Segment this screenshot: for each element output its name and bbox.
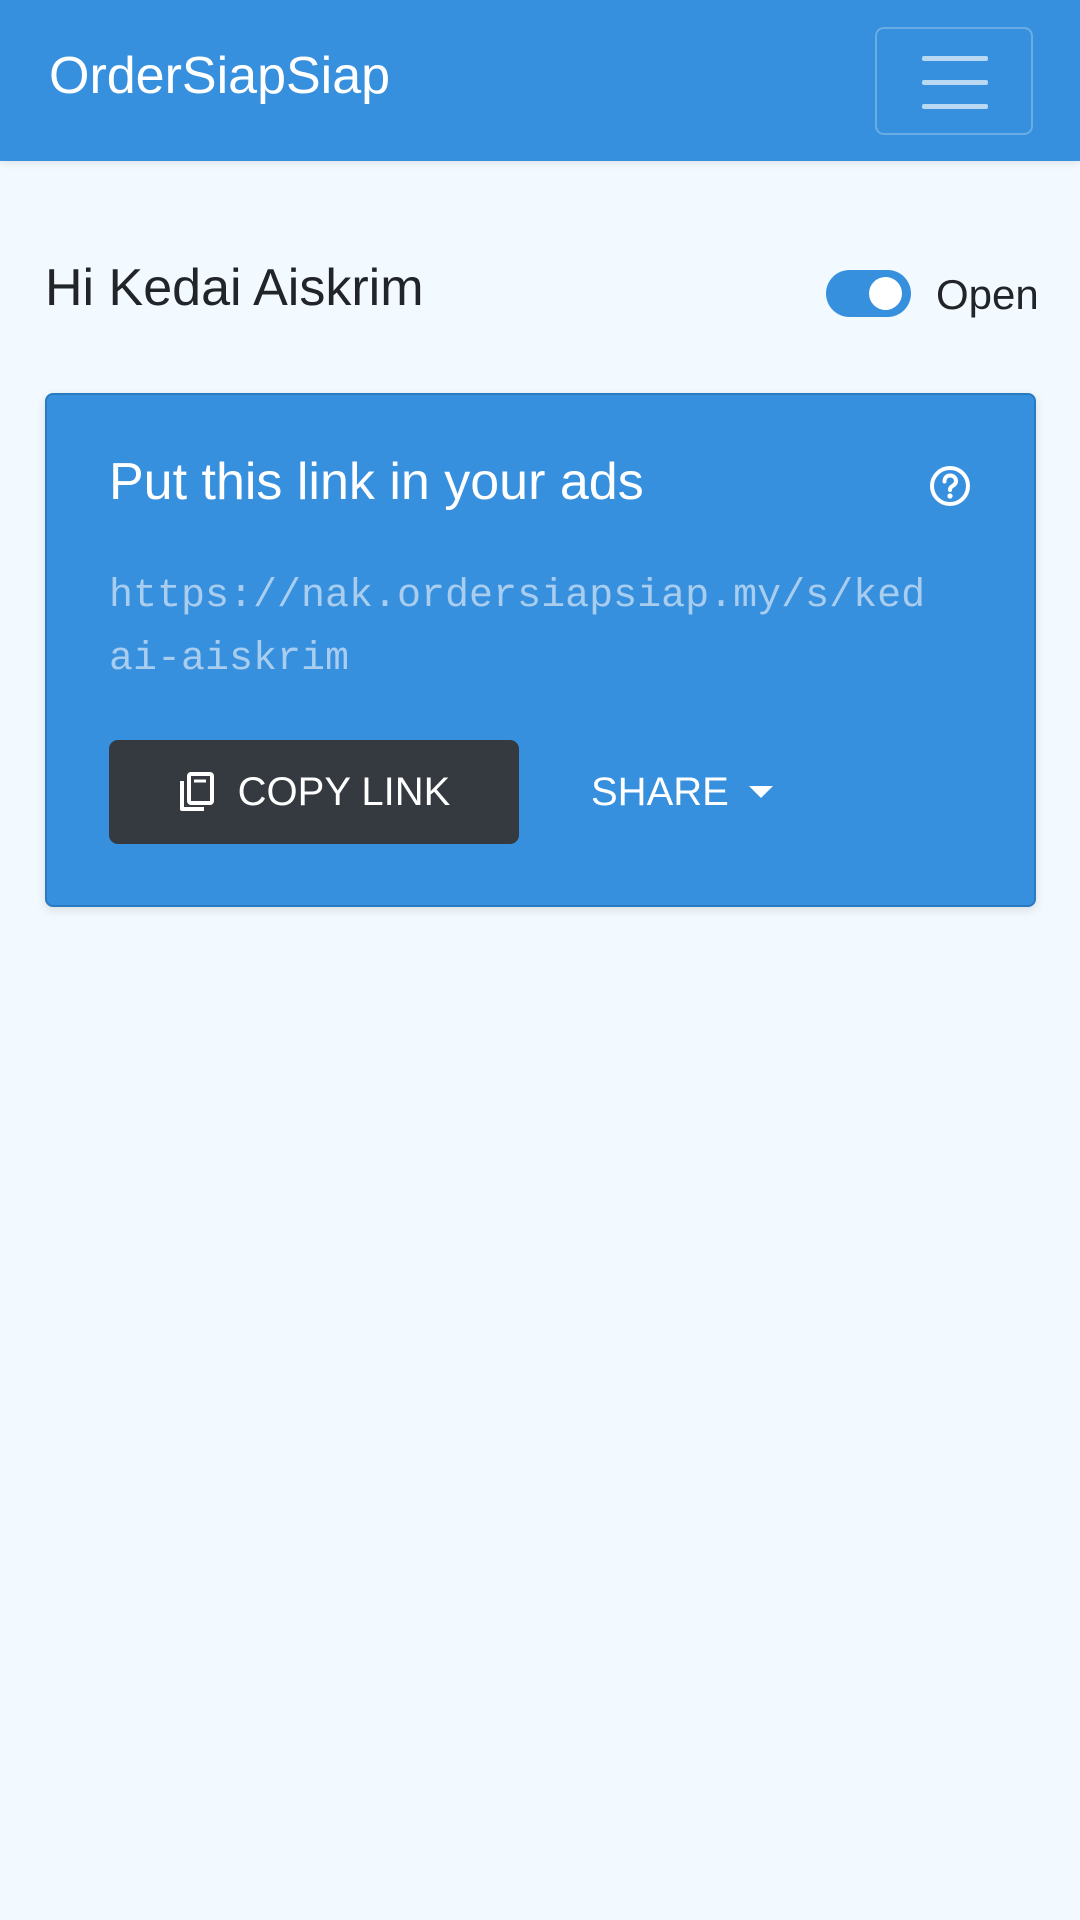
hamburger-bar	[922, 104, 988, 109]
copy-icon	[179, 772, 214, 811]
share-link-card: Put this link in your ads https://nak.or…	[45, 393, 1036, 907]
share-url-text: https://nak.ordersiapsiap.my/s/kedai-ais…	[109, 574, 926, 682]
greeting-heading: Hi Kedai Aiskrim	[45, 259, 424, 317]
share-dropdown-button[interactable]: SHARE	[591, 740, 773, 844]
store-open-toggle[interactable]	[826, 270, 911, 317]
hamburger-bar	[922, 80, 988, 85]
caret-down-icon	[748, 786, 773, 798]
store-status-label[interactable]: Open	[936, 270, 1039, 320]
copy-link-button[interactable]: COPY LINK	[109, 740, 519, 844]
hamburger-menu-icon	[922, 56, 988, 61]
copy-link-label: COPY LINK	[237, 769, 451, 814]
share-label: SHARE	[591, 769, 729, 814]
toggle-knob	[869, 277, 902, 310]
menu-toggle-button[interactable]	[875, 27, 1033, 135]
top-navbar: OrderSiapSiap	[0, 0, 1080, 161]
card-title: Put this link in your ads	[109, 453, 644, 511]
brand-logo-text[interactable]: OrderSiapSiap	[49, 46, 390, 106]
question-circle-icon[interactable]	[929, 465, 971, 507]
